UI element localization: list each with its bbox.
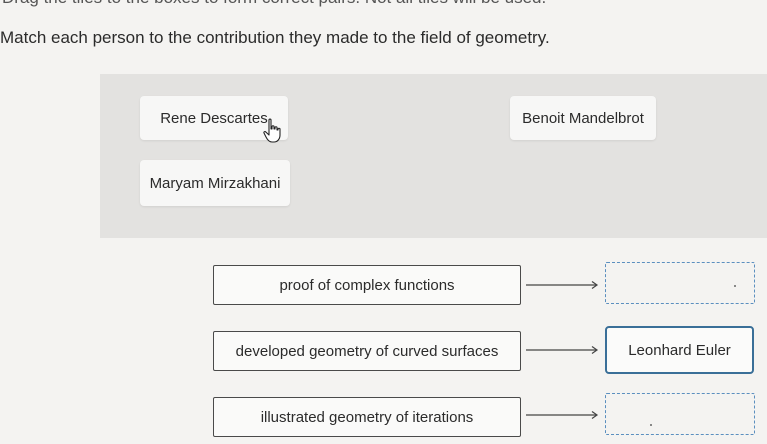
instructions-partial: Drag the tiles to the boxes to form corr… [2,0,546,8]
prompt-geometry-iterations: illustrated geometry of iterations [213,397,521,437]
tile-maryam-mirzakhani[interactable]: Maryam Mirzakhani [140,160,290,206]
drop-zone-3[interactable] [605,393,755,435]
tile-bank: Rene Descartes Benoit Mandelbrot Maryam … [100,74,767,238]
prompt-curved-surfaces: developed geometry of curved surfaces [213,331,521,371]
drop-zone-2-filled[interactable]: Leonhard Euler [605,326,754,374]
prompt-proof-complex-functions: proof of complex functions [213,265,521,305]
right-arrow-icon [526,411,599,419]
right-arrow-icon [526,281,599,289]
hand-pointer-icon [263,118,281,143]
drop-zone-1[interactable] [605,262,755,304]
instructions-main: Match each person to the contribution th… [0,28,550,47]
tile-benoit-mandelbrot[interactable]: Benoit Mandelbrot [510,96,656,140]
right-arrow-icon [526,346,599,354]
